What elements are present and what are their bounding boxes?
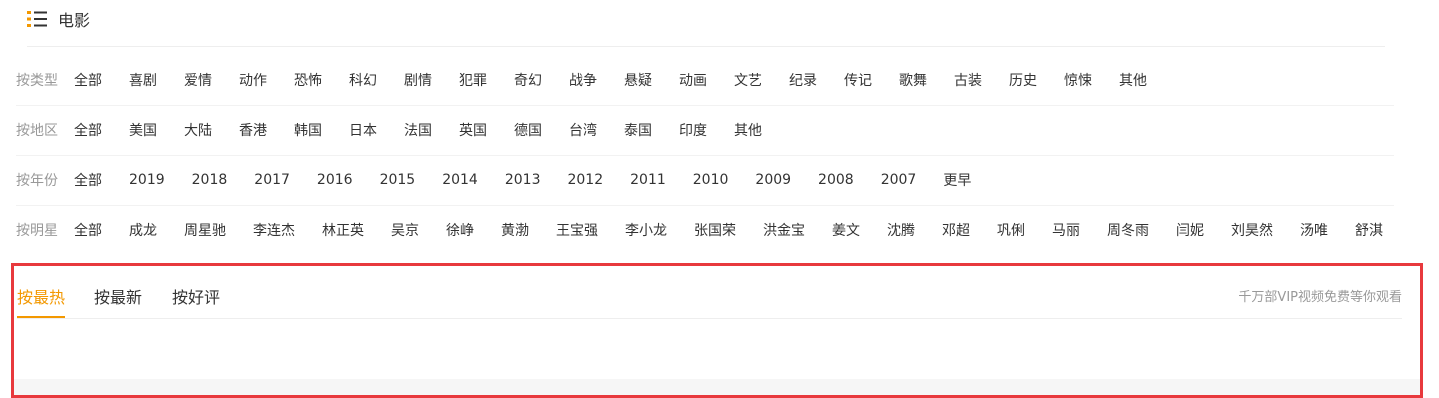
region-option[interactable]: 韩国: [294, 120, 322, 140]
year-option[interactable]: 2014: [442, 172, 478, 188]
year-option[interactable]: 2018: [192, 172, 228, 188]
star-option[interactable]: 刘昊然: [1231, 220, 1273, 240]
sort-tabs-panel: 按最热 按最新 按好评 千万部VIP视频免费等你观看: [11, 263, 1423, 398]
year-option[interactable]: 2009: [755, 172, 791, 188]
content-area-strip: [14, 379, 1420, 395]
year-option[interactable]: 2013: [505, 172, 541, 188]
list-icon: [27, 11, 47, 27]
genre-filter-row: 按类型 全部 喜剧 爱情 动作 恐怖 科幻 剧情 犯罪 奇幻 战争 悬疑 动画 文艺 纪录 传记 歌舞 古装 历史…: [16, 68, 1174, 92]
star-option[interactable]: 洪金宝: [763, 220, 805, 240]
region-option[interactable]: 台湾: [569, 120, 597, 140]
star-option[interactable]: 姜文: [832, 220, 860, 240]
region-option[interactable]: 印度: [679, 120, 707, 140]
sort-tabs-bar: 按最热 按最新 按好评 千万部VIP视频免费等你观看: [17, 280, 1402, 319]
region-option[interactable]: 全部: [74, 120, 102, 140]
region-filter-row: 按地区 全部 美国 大陆 香港 韩国 日本 法国 英国 德国 台湾 泰国 印度 其他: [16, 118, 789, 142]
region-option[interactable]: 英国: [459, 120, 487, 140]
year-option[interactable]: 全部: [74, 170, 102, 190]
row-divider: [16, 155, 1394, 156]
genre-option[interactable]: 歌舞: [899, 70, 927, 90]
star-option[interactable]: 周冬雨: [1107, 220, 1149, 240]
genre-option[interactable]: 科幻: [349, 70, 377, 90]
tab-newest[interactable]: 按最新: [94, 284, 142, 318]
year-filter-row: 按年份 全部 2019 2018 2017 2016 2015 2014 2013 2012 20…: [16, 168, 998, 192]
star-option[interactable]: 沈腾: [887, 220, 915, 240]
genre-filter-label: 按类型: [16, 73, 58, 89]
year-option[interactable]: 2019: [129, 172, 165, 188]
genre-option[interactable]: 纪录: [789, 70, 817, 90]
star-option[interactable]: 成龙: [129, 220, 157, 240]
year-filter-label: 按年份: [16, 173, 58, 189]
star-option[interactable]: 吴京: [391, 220, 419, 240]
star-option[interactable]: 张国荣: [694, 220, 736, 240]
genre-option[interactable]: 动画: [679, 70, 707, 90]
genre-option[interactable]: 动作: [239, 70, 267, 90]
star-option[interactable]: 李连杰: [253, 220, 295, 240]
star-option[interactable]: 徐峥: [446, 220, 474, 240]
genre-option[interactable]: 剧情: [404, 70, 432, 90]
page-title: 电影: [58, 11, 91, 30]
row-divider: [16, 105, 1394, 106]
star-filter-row: 按明星 全部 成龙 周星驰 李连杰 林正英 吴京 徐峥 黄渤 王宝强 李小龙 张国荣 洪金宝 姜文 沈腾 邓…: [16, 218, 1410, 242]
region-option[interactable]: 其他: [734, 120, 762, 140]
year-option[interactable]: 2015: [380, 172, 416, 188]
star-option[interactable]: 李小龙: [625, 220, 667, 240]
star-option[interactable]: 巩俐: [997, 220, 1025, 240]
region-option[interactable]: 日本: [349, 120, 377, 140]
star-option[interactable]: 全部: [74, 220, 102, 240]
genre-option[interactable]: 爱情: [184, 70, 212, 90]
year-option[interactable]: 2012: [567, 172, 603, 188]
genre-option[interactable]: 全部: [74, 70, 102, 90]
region-option[interactable]: 香港: [239, 120, 267, 140]
region-option[interactable]: 美国: [129, 120, 157, 140]
year-option[interactable]: 2010: [693, 172, 729, 188]
region-option[interactable]: 泰国: [624, 120, 652, 140]
year-option[interactable]: 2011: [630, 172, 666, 188]
star-option[interactable]: 王宝强: [556, 220, 598, 240]
year-option[interactable]: 2016: [317, 172, 353, 188]
tab-hottest[interactable]: 按最热: [17, 284, 66, 318]
genre-option[interactable]: 恐怖: [294, 70, 322, 90]
region-option[interactable]: 大陆: [184, 120, 212, 140]
genre-option[interactable]: 历史: [1009, 70, 1037, 90]
star-option[interactable]: 周星驰: [184, 220, 226, 240]
region-option[interactable]: 德国: [514, 120, 542, 140]
star-option[interactable]: 邓超: [942, 220, 970, 240]
star-option[interactable]: 林正英: [322, 220, 364, 240]
tab-top-rated[interactable]: 按好评: [172, 284, 220, 318]
star-filter-label: 按明星: [16, 223, 58, 239]
star-option[interactable]: 舒淇: [1355, 220, 1383, 240]
region-filter-label: 按地区: [16, 123, 58, 139]
row-divider: [16, 205, 1394, 206]
genre-option[interactable]: 奇幻: [514, 70, 542, 90]
year-option[interactable]: 更早: [943, 170, 971, 190]
genre-option[interactable]: 古装: [954, 70, 982, 90]
year-option[interactable]: 2017: [254, 172, 290, 188]
star-option[interactable]: 马丽: [1052, 220, 1080, 240]
movie-filter-page: 电影 按类型 全部 喜剧 爱情 动作 恐怖 科幻 剧情 犯罪 奇幻 战争 悬疑 动画 文艺 纪录 传记 歌舞 古…: [0, 0, 1439, 398]
genre-option[interactable]: 其他: [1119, 70, 1147, 90]
genre-option[interactable]: 悬疑: [624, 70, 652, 90]
header-divider: [27, 46, 1385, 47]
star-option[interactable]: 汤唯: [1300, 220, 1328, 240]
genre-option[interactable]: 喜剧: [129, 70, 157, 90]
star-option[interactable]: 黄渤: [501, 220, 529, 240]
genre-option[interactable]: 传记: [844, 70, 872, 90]
page-header: 电影: [27, 5, 90, 33]
vip-promo-text[interactable]: 千万部VIP视频免费等你观看: [1238, 286, 1402, 305]
genre-option[interactable]: 犯罪: [459, 70, 487, 90]
genre-option[interactable]: 文艺: [734, 70, 762, 90]
star-option[interactable]: 闫妮: [1176, 220, 1204, 240]
genre-option[interactable]: 战争: [569, 70, 597, 90]
year-option[interactable]: 2007: [881, 172, 917, 188]
region-option[interactable]: 法国: [404, 120, 432, 140]
year-option[interactable]: 2008: [818, 172, 854, 188]
genre-option[interactable]: 惊悚: [1064, 70, 1092, 90]
